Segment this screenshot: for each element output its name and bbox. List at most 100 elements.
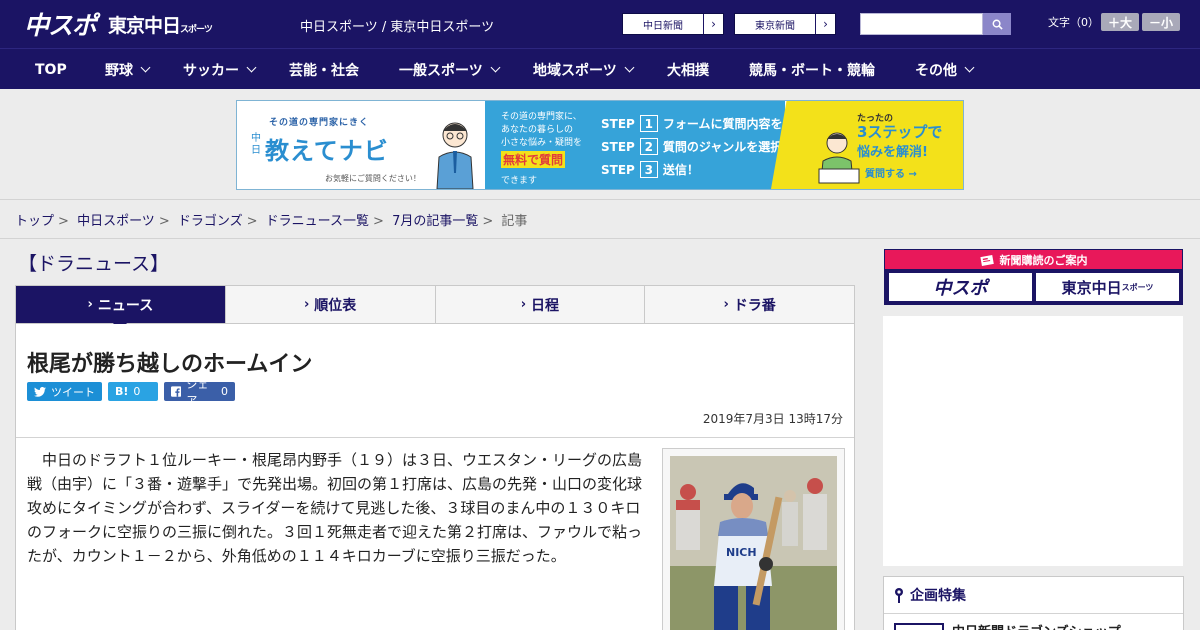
- breadcrumb-current: 記事: [501, 214, 528, 229]
- site-logo[interactable]: 中スポ 東京中日スポーツ: [24, 9, 213, 40]
- article-headline: 根尾が勝ち越しのホームイン: [27, 352, 313, 377]
- ad-banner-area: その道の専門家にきく 中日 教えてナビ お気軽にご質問ください！ その道の専門家…: [0, 89, 1200, 200]
- hatena-bookmark-button[interactable]: B! 0: [108, 382, 158, 401]
- chevron-right-icon: ›: [703, 14, 723, 34]
- banner-tag: その道の専門家にきく: [269, 118, 370, 128]
- pin-icon: [895, 588, 903, 603]
- chevron-down-icon: [140, 62, 151, 73]
- newspaper-icon: [979, 254, 994, 266]
- feature-box: 企画特集 中日新聞ドラゴンズショップ: [883, 576, 1184, 630]
- chevron-right-icon: ›: [723, 297, 729, 312]
- nav-item-racing[interactable]: 競馬・ボート・競輪: [749, 49, 875, 90]
- banner-step-2: STEP 2 質問のジャンルを選択: [601, 138, 783, 155]
- nav-label: サッカー: [183, 62, 239, 79]
- tab-doraban[interactable]: › ドラ番: [644, 286, 854, 323]
- article-body: 中日のドラフト１位ルーキー・根尾昂内野手（１９）は３日、ウエスタン・リーグの広島…: [27, 451, 643, 565]
- article-date: 2019年7月3日 13時17分: [702, 412, 843, 426]
- search-icon: [992, 19, 1003, 30]
- nav-label: 競馬・ボート・競輪: [749, 62, 875, 79]
- nav-item-soccer[interactable]: サッカー: [183, 49, 257, 90]
- chevron-down-icon: [624, 62, 635, 73]
- hatena-icon: B!: [115, 385, 129, 398]
- nav-item-sumo[interactable]: 大相撲: [667, 49, 709, 90]
- search-button[interactable]: [983, 13, 1011, 35]
- player-image-icon: NICH: [670, 456, 837, 630]
- site-header: 中スポ 東京中日スポーツ 中日スポーツ / 東京中日スポーツ 中日新聞 › 東京…: [0, 0, 1200, 48]
- banner-can: できます: [501, 176, 538, 186]
- banner-left: その道の専門家にきく 中日 教えてナビ お気軽にご質問ください！: [237, 101, 485, 189]
- tab-standings[interactable]: › 順位表: [224, 286, 435, 323]
- svg-text:NICH: NICH: [726, 546, 757, 559]
- link-label: 東京新聞: [755, 20, 795, 32]
- font-larger-button[interactable]: ＋大: [1101, 13, 1139, 31]
- nav-item-other[interactable]: その他: [915, 49, 975, 90]
- feature-title: 企画特集: [894, 585, 966, 605]
- facebook-share-button[interactable]: シェア 0: [164, 378, 235, 407]
- breadcrumb-dragons[interactable]: ドラゴンズ: [178, 214, 243, 229]
- nav-label: TOP: [35, 61, 67, 78]
- tab-news[interactable]: › ニュース: [16, 286, 225, 331]
- subscription-box[interactable]: 新聞購読のご案内 中スポ 東京中日 スポーツ: [884, 249, 1183, 305]
- breadcrumb: トップ > 中日スポーツ > ドラゴンズ > ドラニュース一覧 > 7月の記事一覧 > 記…: [15, 214, 528, 229]
- divider: [0, 238, 1200, 239]
- banner-step-3: STEP 3 送信！: [601, 161, 699, 178]
- breadcrumb-top[interactable]: トップ: [15, 214, 54, 229]
- banner-desc: その道の専門家に、 あなたの暮らしの 小さな悩み・疑問を: [501, 112, 583, 148]
- subscription-header: 新聞購読のご案内: [885, 250, 1182, 269]
- chevron-right-icon: ›: [520, 297, 527, 312]
- banner-three: 3ステップで: [857, 123, 943, 141]
- breadcrumb-dora-news-list[interactable]: ドラニュース一覧: [266, 214, 369, 229]
- banner-free: 無料で質問: [501, 151, 566, 168]
- chevron-down-icon: [490, 62, 501, 73]
- nav-label: その他: [915, 62, 957, 79]
- nav-item-local-sports[interactable]: 地域スポーツ: [533, 49, 635, 90]
- chevron-right-icon: ›: [87, 297, 93, 312]
- divider: [16, 437, 854, 438]
- nav-item-top[interactable]: TOP: [35, 49, 67, 90]
- logo-chuspo: 中スポ: [24, 11, 97, 40]
- site-tagline: 中日スポーツ / 東京中日スポーツ: [300, 20, 495, 35]
- nav-label: 一般スポーツ: [399, 62, 483, 79]
- chevron-down-icon: [964, 62, 975, 73]
- oshiete-navi-banner[interactable]: その道の専門家にきく 中日 教えてナビ お気軽にご質問ください！ その道の専門家…: [236, 100, 964, 190]
- tab-schedule[interactable]: › 日程: [434, 286, 645, 323]
- font-smaller-button[interactable]: －小: [1142, 13, 1180, 31]
- breadcrumb-july-articles[interactable]: 7月の記事一覧: [392, 214, 478, 229]
- link-label: 中日新聞: [643, 20, 683, 32]
- banner-side: 中日: [251, 133, 261, 156]
- tokyo-shimbun-link[interactable]: 東京新聞 ›: [734, 13, 836, 35]
- advisor-illustration-icon: [436, 122, 474, 189]
- subscribe-tokyo-chunichi[interactable]: 東京中日 スポーツ: [1036, 273, 1179, 301]
- nav-item-entertainment[interactable]: 芸能・社会: [289, 49, 359, 90]
- nav-label: 地域スポーツ: [533, 62, 617, 79]
- feature-item-link[interactable]: 中日新聞ドラゴンズショップ: [952, 621, 1121, 630]
- main-nav: TOP 野球 サッカー 芸能・社会 一般スポーツ 地域スポーツ 大相撲 競馬・ボ…: [0, 48, 1200, 89]
- tweet-button[interactable]: ツイート: [27, 382, 102, 401]
- section-title: 【ドラニュース】: [18, 253, 170, 275]
- nav-label: 大相撲: [667, 62, 709, 79]
- banner-step-1: STEP 1 フォームに質問内容を入力: [601, 115, 807, 132]
- banner-ask: 質問する →: [865, 169, 917, 180]
- twitter-bird-icon: [34, 386, 46, 397]
- hatena-count: 0: [133, 385, 141, 398]
- breadcrumb-chunichi-sports[interactable]: 中日スポーツ: [77, 214, 155, 229]
- logo-tokyo-chunichi: 東京中日スポーツ: [108, 14, 213, 37]
- banner-title: 教えてナビ: [265, 137, 389, 165]
- chevron-right-icon: ›: [303, 297, 310, 312]
- feature-thumbnail[interactable]: [894, 623, 944, 630]
- nav-label: 芸能・社会: [289, 62, 359, 79]
- player-photo: NICH: [670, 456, 837, 630]
- subscribe-chuspo[interactable]: 中スポ: [889, 273, 1032, 301]
- chunichi-shimbun-link[interactable]: 中日新聞 ›: [622, 13, 724, 35]
- banner-three-sub: 悩みを解消!: [857, 145, 928, 160]
- sidebar-ad-slot: [883, 316, 1183, 566]
- user-illustration-icon: [818, 132, 860, 184]
- nav-item-general-sports[interactable]: 一般スポーツ: [399, 49, 501, 90]
- nav-item-baseball[interactable]: 野球: [105, 49, 151, 90]
- article-photo[interactable]: NICH: [662, 448, 845, 630]
- article: 根尾が勝ち越しのホームイン ツイート B! 0 シェア 0 2019年7月3日 …: [15, 324, 855, 630]
- nav-label: 野球: [105, 62, 133, 79]
- font-size-label: 文字（0）: [1048, 16, 1099, 29]
- search-input[interactable]: [860, 13, 983, 35]
- divider: [884, 613, 1183, 614]
